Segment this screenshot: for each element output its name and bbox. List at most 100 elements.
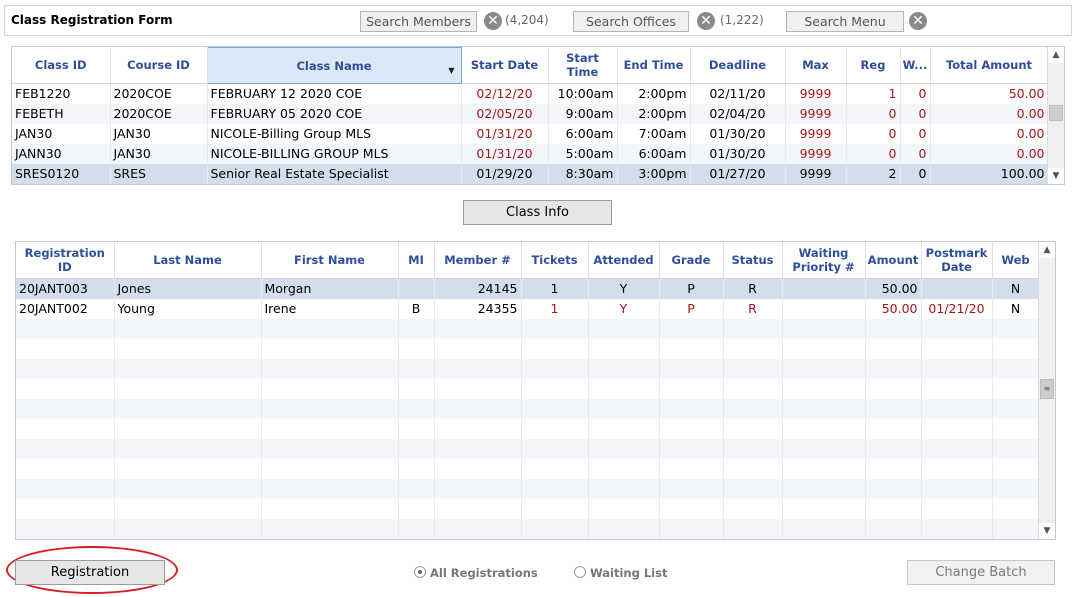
- class-id: FEB1220: [12, 83, 111, 104]
- col-registration-id[interactable]: Registration ID: [16, 242, 115, 279]
- class-name: FEBRUARY 12 2020 COE: [207, 83, 462, 104]
- col-w[interactable]: W...: [900, 47, 931, 84]
- registrations-scrollbar[interactable]: ▲ ≡ ▼: [1038, 242, 1055, 539]
- registration-button[interactable]: Registration: [15, 560, 165, 585]
- waiting-priority: [782, 278, 866, 299]
- start-date: 02/05/20: [461, 104, 549, 124]
- attended: Y: [588, 298, 660, 319]
- attended: Y: [588, 278, 660, 299]
- waiting-list-radio[interactable]: [574, 566, 586, 578]
- col-start-time[interactable]: Start Time: [548, 47, 618, 84]
- col-last-name[interactable]: Last Name: [114, 242, 262, 279]
- col-end-time[interactable]: End Time: [617, 47, 691, 84]
- col-grade[interactable]: Grade: [659, 242, 724, 279]
- scroll-down-icon[interactable]: ▼: [1039, 523, 1055, 539]
- scroll-up-icon[interactable]: ▲: [1048, 47, 1064, 63]
- course-id: 2020COE: [110, 83, 208, 104]
- class-row[interactable]: JANN30 JAN30 NICOLE-BILLING GROUP MLS 01…: [12, 144, 1049, 164]
- all-registrations-radio[interactable]: [414, 566, 426, 578]
- clear-offices-icon[interactable]: ✕: [697, 12, 715, 30]
- amount: 50.00: [865, 298, 922, 319]
- col-deadline[interactable]: Deadline: [690, 47, 786, 84]
- classes-grid[interactable]: Class ID Course ID Class Name ▼ Start Dat…: [11, 46, 1065, 185]
- member-no: 24145: [434, 278, 522, 299]
- scroll-down-icon[interactable]: ▼: [1048, 168, 1064, 184]
- reg: 0: [846, 124, 901, 144]
- col-amount[interactable]: Amount: [865, 242, 922, 279]
- registrations-grid[interactable]: Registration ID Last Name First Name MI …: [15, 241, 1056, 540]
- col-reg[interactable]: Reg: [846, 47, 901, 84]
- col-class-name[interactable]: Class Name ▼: [206, 47, 462, 84]
- empty-row: [16, 538, 1040, 539]
- search-members-button[interactable]: Search Members: [360, 11, 477, 32]
- class-row[interactable]: JAN30 JAN30 NICOLE-Billing Group MLS 01/…: [12, 124, 1049, 144]
- col-total-amount[interactable]: Total Amount: [930, 47, 1049, 84]
- col-waiting-priority[interactable]: Waiting Priority #: [782, 242, 866, 279]
- col-class-id[interactable]: Class ID: [12, 47, 111, 84]
- clear-menu-icon[interactable]: ✕: [909, 12, 927, 30]
- classes-scrollbar[interactable]: ▲ ▼: [1047, 47, 1064, 184]
- class-info-button[interactable]: Class Info: [463, 200, 612, 225]
- col-attended[interactable]: Attended: [588, 242, 660, 279]
- waiting-priority: [782, 298, 866, 319]
- col-member-no[interactable]: Member #: [434, 242, 522, 279]
- deadline: 02/04/20: [690, 104, 786, 124]
- all-registrations-label[interactable]: All Registrations: [430, 566, 538, 580]
- end-time: 7:00am: [617, 124, 691, 144]
- web: N: [992, 278, 1040, 299]
- postmark-date: 01/21/20: [921, 298, 993, 319]
- start-time: 5:00am: [548, 144, 618, 164]
- reg: 1: [846, 83, 901, 104]
- last-name: Jones: [114, 278, 262, 299]
- classes-header-row: Class ID Course ID Class Name ▼ Start Dat…: [12, 47, 1049, 84]
- registrations-header-row: Registration ID Last Name First Name MI …: [16, 242, 1040, 279]
- col-first-name[interactable]: First Name: [261, 242, 399, 279]
- tickets: 1: [521, 278, 589, 299]
- start-time: 9:00am: [548, 104, 618, 124]
- class-row[interactable]: FEB1220 2020COE FEBRUARY 12 2020 COE 02/…: [12, 83, 1049, 104]
- course-id: SRES: [110, 164, 208, 184]
- col-start-date[interactable]: Start Date: [461, 47, 549, 84]
- w: 0: [900, 164, 931, 184]
- web: N: [992, 298, 1040, 319]
- scroll-thumb[interactable]: [1049, 105, 1063, 121]
- col-web[interactable]: Web: [992, 242, 1040, 279]
- col-tickets[interactable]: Tickets: [521, 242, 589, 279]
- col-mi[interactable]: MI: [398, 242, 435, 279]
- class-row[interactable]: FEBETH 2020COE FEBRUARY 05 2020 COE 02/0…: [12, 104, 1049, 124]
- column-dropdown-icon[interactable]: ▼: [448, 64, 454, 78]
- class-name: Senior Real Estate Specialist: [207, 164, 462, 184]
- max: 9999: [785, 164, 847, 184]
- class-name: NICOLE-BILLING GROUP MLS: [207, 144, 462, 164]
- registration-id: 20JANT002: [16, 298, 115, 319]
- grade: P: [659, 278, 724, 299]
- w: 0: [900, 104, 931, 124]
- amount: 50.00: [865, 278, 922, 299]
- change-batch-button[interactable]: Change Batch: [907, 560, 1055, 585]
- start-time: 10:00am: [548, 83, 618, 104]
- waiting-list-label[interactable]: Waiting List: [590, 566, 667, 580]
- registration-row-selected[interactable]: 20JANT003 Jones Morgan 24145 1 Y P R 50.…: [16, 278, 1040, 299]
- search-menu-button[interactable]: Search Menu: [786, 11, 904, 32]
- col-max[interactable]: Max: [785, 47, 847, 84]
- scroll-thumb[interactable]: ≡: [1040, 379, 1054, 399]
- class-name: FEBRUARY 05 2020 COE: [207, 104, 462, 124]
- col-course-id[interactable]: Course ID: [110, 47, 208, 84]
- registration-id: 20JANT003: [16, 278, 115, 299]
- col-postmark-date[interactable]: Postmark Date: [921, 242, 993, 279]
- clear-members-icon[interactable]: ✕: [484, 12, 502, 30]
- empty-row: [16, 398, 1040, 419]
- empty-row: [16, 378, 1040, 399]
- col-status[interactable]: Status: [723, 242, 783, 279]
- scroll-up-icon[interactable]: ▲: [1039, 242, 1055, 258]
- empty-row: [16, 438, 1040, 459]
- status: R: [723, 298, 783, 319]
- class-row-selected[interactable]: SRES0120 SRES Senior Real Estate Special…: [12, 164, 1049, 184]
- search-offices-button[interactable]: Search Offices: [573, 11, 689, 32]
- max: 9999: [785, 144, 847, 164]
- deadline: 01/30/20: [690, 144, 786, 164]
- class-id: SRES0120: [12, 164, 111, 184]
- registration-row[interactable]: 20JANT002 Young Irene B 24355 1 Y P R 50…: [16, 298, 1040, 319]
- members-count: (4,204): [505, 13, 549, 27]
- course-id: JAN30: [110, 124, 208, 144]
